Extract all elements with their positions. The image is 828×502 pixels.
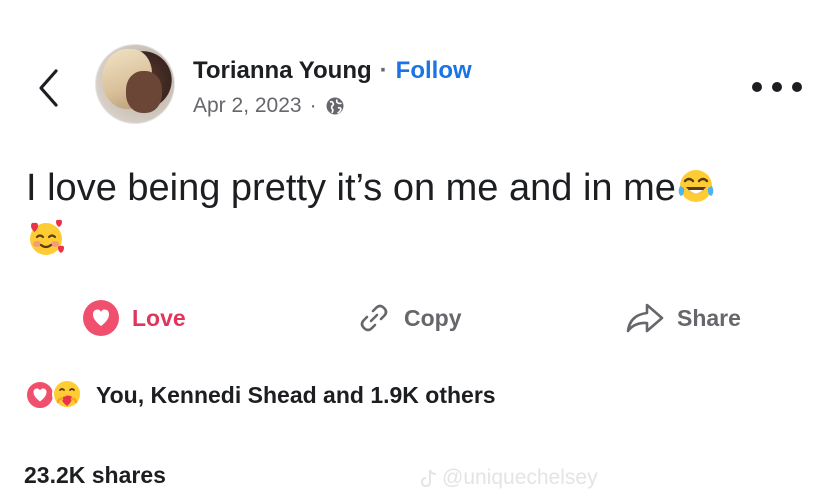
author-name[interactable]: Torianna Young — [193, 57, 372, 85]
more-dot-icon — [792, 82, 802, 92]
love-label: Love — [132, 304, 186, 331]
date-separator: · — [309, 94, 317, 117]
care-reaction-icon — [52, 379, 82, 409]
post-header: Torianna Young · Follow Apr 2, 2023 · — [0, 0, 828, 150]
share-label: Share — [677, 304, 741, 331]
post-text: I love being pretty it’s on me and in me — [26, 167, 676, 209]
reaction-icons — [24, 378, 84, 412]
watermark: @uniquechelsey — [420, 466, 598, 490]
link-icon — [360, 304, 388, 332]
name-separator: · — [379, 57, 388, 84]
post-meta: Apr 2, 2023 · — [193, 94, 345, 118]
smiling-hearts-emoji-icon — [26, 218, 66, 258]
author-row: Torianna Young · Follow — [193, 57, 472, 85]
more-dot-icon — [772, 82, 782, 92]
avatar[interactable] — [95, 44, 175, 124]
tiktok-logo-icon — [420, 469, 437, 488]
watermark-text: @uniquechelsey — [442, 466, 598, 489]
post-date[interactable]: Apr 2, 2023 — [193, 94, 302, 118]
copy-label: Copy — [404, 304, 462, 331]
heart-reaction-icon — [83, 300, 119, 336]
love-button[interactable]: Love — [82, 292, 186, 344]
post-body: I love being pretty it’s on me and in me — [26, 162, 796, 266]
laughing-tears-emoji-icon — [676, 166, 716, 206]
shares-count[interactable]: 23.2K shares — [24, 462, 166, 489]
post-actions: Love Copy Share — [0, 292, 828, 344]
chevron-left-icon — [39, 69, 58, 107]
follow-button[interactable]: Follow — [396, 57, 472, 85]
reactions-summary[interactable]: You, Kennedi Shead and 1.9K others — [24, 378, 496, 412]
globe-icon — [325, 96, 345, 116]
more-dot-icon — [752, 82, 762, 92]
copy-button[interactable]: Copy — [356, 292, 462, 344]
avatar-face — [126, 71, 162, 113]
more-options-button[interactable] — [752, 72, 802, 102]
back-button[interactable] — [30, 62, 66, 114]
reactions-summary-text: You, Kennedi Shead and 1.9K others — [96, 381, 496, 408]
share-arrow-icon — [626, 303, 664, 333]
share-button[interactable]: Share — [625, 292, 741, 344]
